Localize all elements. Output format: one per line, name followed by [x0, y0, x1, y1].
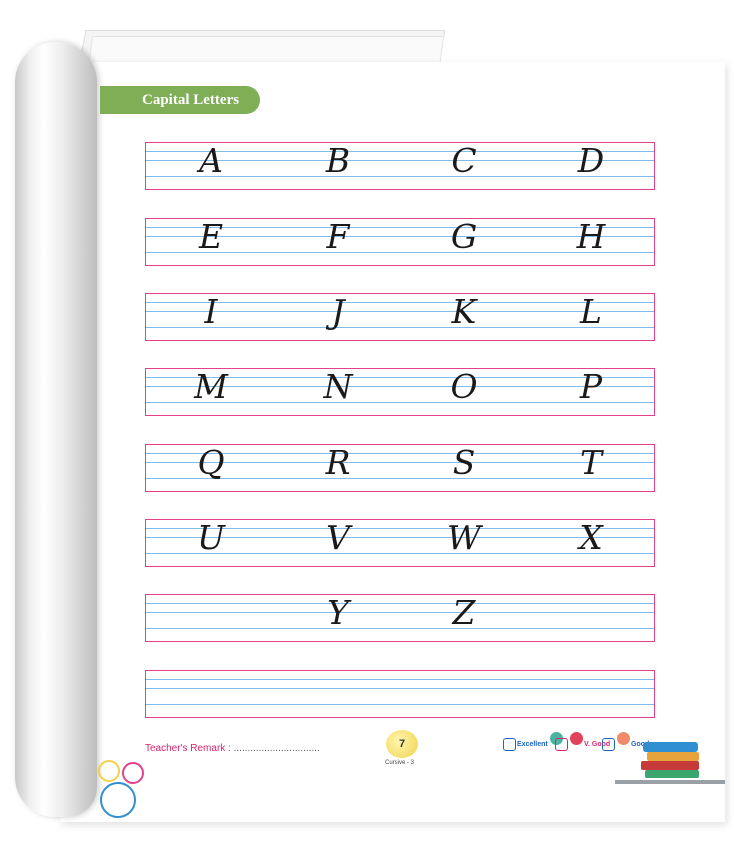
rating-excellent[interactable]: Excellent	[503, 732, 563, 751]
cursive-letter: V	[326, 518, 350, 557]
cursive-letter: X	[579, 518, 603, 557]
writing-row: E F G H	[145, 217, 655, 266]
guide-line	[146, 612, 654, 613]
cursive-letter: U	[197, 518, 225, 557]
excellent-label: Excellent	[517, 741, 548, 748]
remark-label: Teacher's Remark :	[145, 743, 231, 754]
guide-line	[146, 704, 654, 705]
cursive-letter: R	[325, 443, 351, 482]
books-icon	[615, 742, 725, 784]
writing-row: I J K L	[145, 292, 655, 341]
cursive-letter: O	[450, 367, 478, 406]
cursive-letter: Y	[327, 593, 349, 632]
cursive-letter: K	[451, 292, 477, 331]
cursive-letter: M	[194, 367, 228, 406]
writing-row: M N O P	[145, 367, 655, 416]
cursive-letter: J	[331, 292, 345, 331]
cursive-letter: Z	[452, 593, 476, 632]
cursive-letter: N	[323, 367, 353, 406]
cursive-letter: I	[204, 292, 218, 331]
writing-row: Q R S T	[145, 443, 655, 492]
cursive-letter: H	[576, 217, 606, 256]
guide-line	[146, 603, 654, 604]
cursive-letter: S	[452, 443, 476, 482]
excellent-checkbox[interactable]	[503, 738, 516, 751]
guide-line	[146, 679, 654, 680]
cursive-letter: E	[198, 217, 224, 256]
writing-row	[145, 670, 655, 718]
teacher-remark: Teacher's Remark : .....................…	[145, 743, 320, 754]
cursive-letter: F	[326, 217, 350, 256]
cursive-letter: B	[325, 141, 351, 180]
page-curl	[15, 42, 97, 817]
page-number: 7	[386, 730, 418, 758]
smiley-icon	[570, 732, 583, 745]
cursive-letter: L	[580, 292, 602, 331]
writing-row: YZ	[145, 593, 655, 642]
cursive-letter: C	[451, 141, 477, 180]
remark-dots: ...............................	[233, 743, 320, 754]
guide-line	[146, 628, 654, 629]
writing-row: U V W X	[145, 518, 655, 567]
book-label: Cursive - 3	[385, 760, 415, 766]
cursive-letter: Q	[197, 443, 225, 482]
vgood-checkbox[interactable]	[555, 738, 568, 751]
cursive-letter: T	[579, 443, 602, 482]
cursive-letter: P	[579, 367, 603, 406]
cursive-letter: A	[199, 141, 223, 180]
cursive-letter: W	[447, 518, 481, 557]
cursive-letter: D	[577, 141, 605, 180]
writing-row: A B C D	[145, 141, 655, 190]
good-checkbox[interactable]	[602, 738, 615, 751]
section-title: Capital Letters	[100, 86, 260, 114]
guide-line	[146, 688, 654, 689]
cursive-letter: G	[450, 217, 478, 256]
